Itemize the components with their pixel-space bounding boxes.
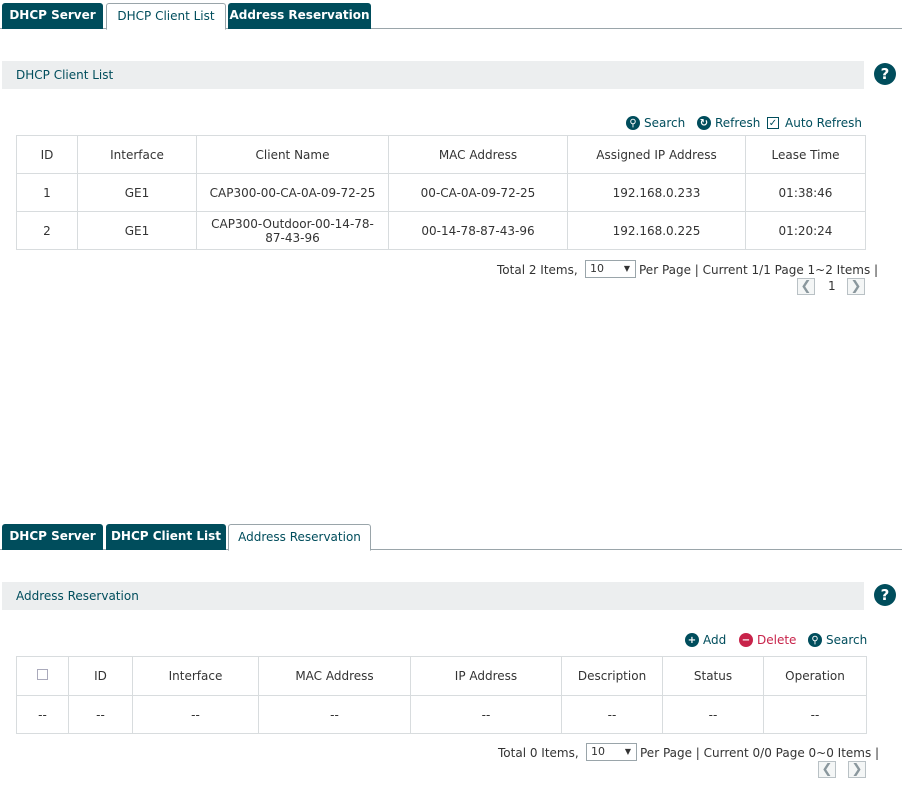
auto-refresh-checkbox[interactable]: ✓ [767,117,779,129]
cell-interface: GE1 [77,211,197,250]
dropdown-arrow-icon: ▼ [624,747,631,756]
cell-mac-address: -- [258,695,411,734]
dhcp-client-list-panel: DHCP Server DHCP Client List Address Res… [0,0,902,300]
column-header-description[interactable]: Description [561,656,663,696]
cell-ip-address: -- [410,695,562,734]
select-all-cell [16,656,69,696]
column-header-client-name[interactable]: Client Name [196,135,389,174]
table-row[interactable]: 2 GE1 CAP300-Outdoor-00-14-78-87-43-96 0… [16,211,866,250]
search-icon: ⚲ [808,633,822,647]
cell-lease-time: 01:20:24 [745,211,866,250]
tab-address-reservation[interactable]: Address Reservation [228,524,371,551]
column-header-assigned-ip[interactable]: Assigned IP Address [567,135,746,174]
cell-mac-address: 00-14-78-87-43-96 [388,211,568,250]
column-header-id[interactable]: ID [16,135,78,174]
tab-dhcp-server[interactable]: DHCP Server [2,524,103,550]
refresh-label: Refresh [715,116,761,130]
prev-page-button[interactable]: ❮ [818,761,836,778]
chevron-left-icon: ❮ [821,762,833,777]
help-icon[interactable]: ? [874,584,896,606]
tab-address-reservation[interactable]: Address Reservation [228,3,371,29]
column-header-interface[interactable]: Interface [132,656,259,696]
column-header-status[interactable]: Status [662,656,764,696]
search-button[interactable]: ⚲ Search [626,115,685,131]
cell-id: 1 [16,173,78,212]
chevron-right-icon: ❯ [851,762,863,777]
section-title: Address Reservation [16,589,139,603]
cell-interface: -- [132,695,259,734]
search-button[interactable]: ⚲ Search [808,632,867,648]
column-header-mac-address[interactable]: MAC Address [258,656,411,696]
column-header-id[interactable]: ID [68,656,133,696]
per-page-value: 10 [590,262,604,275]
cell-lease-time: 01:38:46 [745,173,866,212]
plus-icon: + [685,633,699,647]
section-title: DHCP Client List [16,68,114,82]
cell-description: -- [561,695,663,734]
column-header-ip-address[interactable]: IP Address [410,656,562,696]
auto-refresh-toggle[interactable]: ✓ Auto Refresh [767,115,862,131]
column-header-mac-address[interactable]: MAC Address [388,135,568,174]
page-status-text: Per Page | Current 1/1 Page 1~2 Items | [639,263,879,277]
delete-label: Delete [757,633,797,647]
next-page-button[interactable]: ❯ [847,278,865,295]
refresh-icon: ↻ [697,116,711,130]
tab-bar: DHCP Server DHCP Client List Address Res… [0,524,902,551]
cell-select: -- [16,695,69,734]
table-row[interactable]: 1 GE1 CAP300-00-CA-0A-09-72-25 00-CA-0A-… [16,173,866,212]
section-header: Address Reservation [2,582,864,610]
cell-mac-address: 00-CA-0A-09-72-25 [388,173,568,212]
total-items-text: Total 2 Items, [497,263,578,277]
tab-dhcp-client-list[interactable]: DHCP Client List [106,524,226,550]
page-status-text: Per Page | Current 0/0 Page 0~0 Items | [640,746,880,760]
toolbar: + Add − Delete ⚲ Search [685,632,867,648]
refresh-button[interactable]: ↻ Refresh [697,115,760,131]
cell-interface: GE1 [77,173,197,212]
section-header: DHCP Client List [2,61,864,89]
reservation-table: ID Interface MAC Address IP Address Desc… [16,656,867,734]
cell-client-name: CAP300-Outdoor-00-14-78-87-43-96 [196,211,389,250]
table-header-row: ID Interface MAC Address IP Address Desc… [16,656,867,696]
dropdown-arrow-icon: ▼ [623,264,630,273]
address-reservation-panel: DHCP Server DHCP Client List Address Res… [0,521,902,787]
search-icon: ⚲ [626,116,640,130]
pagination: Total 0 Items, 10 ▼ Per Page | Current 0… [498,743,879,780]
column-header-lease-time[interactable]: Lease Time [745,135,866,174]
next-page-button[interactable]: ❯ [848,761,866,778]
tab-dhcp-client-list[interactable]: DHCP Client List [106,3,226,30]
search-label: Search [826,633,868,647]
column-header-interface[interactable]: Interface [77,135,197,174]
cell-status: -- [662,695,764,734]
table-row: -- -- -- -- -- -- -- -- [16,695,867,734]
tab-bar: DHCP Server DHCP Client List Address Res… [0,3,902,30]
total-items-text: Total 0 Items, [498,746,579,760]
select-all-checkbox[interactable] [37,669,48,680]
chevron-left-icon: ❮ [800,279,812,294]
per-page-select[interactable]: 10 ▼ [586,743,637,761]
prev-page-button[interactable]: ❮ [797,278,815,295]
per-page-select[interactable]: 10 ▼ [585,260,636,278]
page-number[interactable]: 1 [828,279,836,293]
column-header-operation[interactable]: Operation [763,656,867,696]
cell-ip-address: 192.168.0.233 [567,173,746,212]
cell-operation: -- [763,695,867,734]
auto-refresh-label: Auto Refresh [785,116,862,130]
add-button[interactable]: + Add [685,632,726,648]
minus-icon: − [739,633,753,647]
cell-client-name: CAP300-00-CA-0A-09-72-25 [196,173,389,212]
help-icon[interactable]: ? [874,63,896,85]
cell-id: -- [68,695,133,734]
delete-button[interactable]: − Delete [739,632,796,648]
table-header-row: ID Interface Client Name MAC Address Ass… [16,135,866,174]
client-table: ID Interface Client Name MAC Address Ass… [16,135,866,250]
add-label: Add [703,633,727,647]
chevron-right-icon: ❯ [850,279,862,294]
pagination: Total 2 Items, 10 ▼ Per Page | Current 1… [497,260,878,297]
cell-ip-address: 192.168.0.225 [567,211,746,250]
search-label: Search [644,116,686,130]
cell-id: 2 [16,211,78,250]
tab-dhcp-server[interactable]: DHCP Server [2,3,103,29]
per-page-value: 10 [591,745,605,758]
toolbar: ⚲ Search ↻ Refresh ✓ Auto Refresh [626,115,866,131]
